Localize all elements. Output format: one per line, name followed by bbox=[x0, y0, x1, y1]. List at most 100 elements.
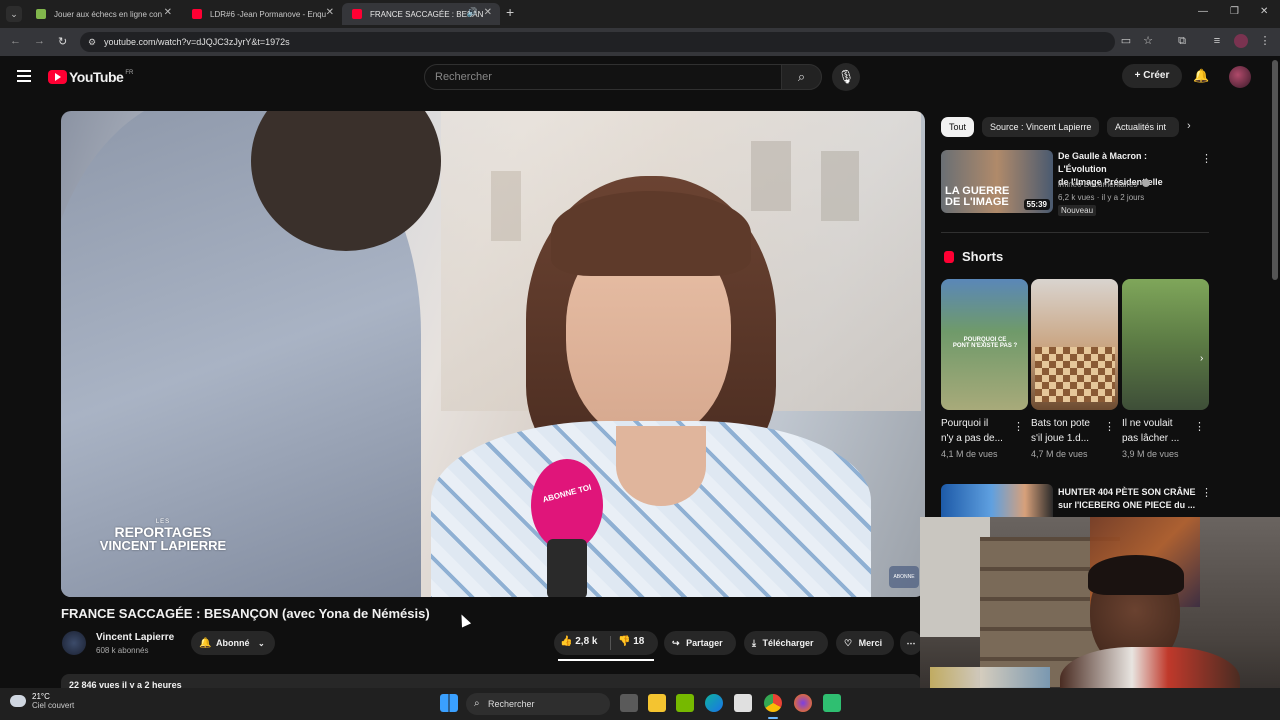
video-player[interactable]: ABONNE TOI LES REPORTAGES VINCENT LAPIER… bbox=[61, 111, 925, 597]
shorts-header: Shorts bbox=[944, 249, 1003, 264]
description-box[interactable]: 22 846 vues il y a 2 heures bbox=[61, 674, 921, 688]
nvidia-icon[interactable] bbox=[676, 694, 694, 712]
subscribed-button[interactable]: 🔔 Abonné ⌄ bbox=[191, 631, 275, 655]
watermark-line2: REPORTAGES bbox=[114, 524, 212, 540]
firefox-icon[interactable] bbox=[794, 694, 812, 712]
more-options-icon[interactable]: ⋮ bbox=[1201, 152, 1212, 165]
site-info-icon[interactable]: ⚙ bbox=[88, 32, 96, 52]
channel-name[interactable]: Vincent Lapierre bbox=[96, 632, 174, 643]
youtube-logo[interactable]: YouTube FR bbox=[48, 69, 133, 85]
short-thumbnail-2[interactable] bbox=[1031, 279, 1118, 410]
bookmark-star-icon[interactable]: ☆ bbox=[1141, 34, 1155, 48]
short-thumbnail-3[interactable]: › bbox=[1122, 279, 1209, 410]
forward-arrow-icon[interactable]: → bbox=[34, 35, 45, 47]
channel-label: imineo Documentaires bbox=[1058, 180, 1138, 189]
thanks-button[interactable]: ♡ Merci bbox=[836, 631, 894, 655]
back-arrow-icon[interactable]: ← bbox=[10, 35, 21, 47]
tab-search-button[interactable]: ⌄ bbox=[6, 6, 22, 22]
shorts-title: Shorts bbox=[962, 249, 1004, 264]
chevron-right-icon[interactable]: › bbox=[1187, 120, 1191, 132]
terminal-app-icon[interactable] bbox=[823, 694, 841, 712]
country-code: FR bbox=[125, 70, 134, 76]
short-thumbnail-1[interactable]: POURQUOI CE PONT N'EXISTE PAS ? bbox=[941, 279, 1028, 410]
logo-text: YouTube bbox=[69, 69, 124, 85]
chess-favicon-icon bbox=[36, 9, 46, 19]
profile-avatar-icon[interactable] bbox=[1234, 34, 1248, 48]
download-button[interactable]: ⤓ Télécharger bbox=[744, 631, 828, 655]
share-button[interactable]: ↪ Partager bbox=[664, 631, 736, 655]
short-title-line: pas lâcher ... bbox=[1122, 433, 1180, 444]
close-window-button[interactable]: ✕ bbox=[1260, 6, 1268, 17]
recommended-video-2[interactable]: HUNTER 404 PÈTE SON CRÂNE sur l'ICEBERG … bbox=[941, 484, 1212, 518]
extensions-icon[interactable]: ⧉ bbox=[1175, 34, 1189, 48]
reload-icon[interactable]: ↻ bbox=[58, 35, 67, 48]
browser-tab-chess[interactable]: Jouer aux échecs en ligne con ✕ bbox=[26, 3, 180, 25]
minimize-button[interactable]: — bbox=[1198, 6, 1208, 17]
more-options-icon[interactable]: ⋮ bbox=[1104, 420, 1115, 433]
more-options-icon[interactable]: ⋮ bbox=[1194, 420, 1205, 433]
like-button[interactable]: 👍 2,8 k bbox=[560, 636, 597, 647]
webcam-person-hair bbox=[1088, 555, 1184, 595]
chrome-icon[interactable] bbox=[764, 694, 782, 712]
search-button[interactable]: ⌕ bbox=[781, 64, 822, 90]
maximize-button[interactable]: ❐ bbox=[1230, 6, 1239, 17]
search-input[interactable]: Rechercher bbox=[424, 64, 782, 90]
video-thumbnail bbox=[941, 484, 1053, 518]
chip-all[interactable]: Tout bbox=[941, 117, 975, 137]
short-title-1[interactable]: Pourquoi il n'y a pas de... bbox=[941, 416, 1015, 446]
close-tab-icon[interactable]: ✕ bbox=[484, 7, 492, 18]
overlay-line2: PONT N'EXISTE PAS ? bbox=[952, 343, 1018, 349]
store-icon[interactable] bbox=[734, 694, 752, 712]
task-view-icon[interactable] bbox=[620, 694, 638, 712]
cast-icon[interactable]: ▭ bbox=[1119, 34, 1133, 48]
like-divider bbox=[610, 636, 611, 650]
dislike-button[interactable]: 👎 18 bbox=[618, 636, 644, 647]
short-title-3[interactable]: Il ne voulait pas lâcher ... bbox=[1122, 416, 1196, 446]
channel-avatar[interactable] bbox=[62, 631, 86, 655]
next-arrow-icon[interactable]: › bbox=[1200, 353, 1203, 364]
edge-icon[interactable] bbox=[705, 694, 723, 712]
close-tab-icon[interactable]: ✕ bbox=[326, 7, 334, 18]
address-bar[interactable]: ⚙ youtube.com/watch?v=dJQJC3zJyrY&t=1972… bbox=[80, 32, 1115, 52]
more-actions-button[interactable]: ⋯ bbox=[900, 631, 922, 655]
share-icon: ↪ bbox=[672, 638, 680, 648]
voice-search-button[interactable]: 🎙 bbox=[832, 63, 860, 91]
chip-source[interactable]: Source : Vincent Lapierre bbox=[982, 117, 1100, 137]
short-title-2[interactable]: Bats ton pote s'il joue 1.d... bbox=[1031, 416, 1105, 446]
video-bg-window bbox=[751, 141, 791, 211]
create-button[interactable]: + Créer bbox=[1122, 64, 1182, 88]
new-tab-button[interactable]: + bbox=[506, 4, 514, 20]
file-explorer-icon[interactable] bbox=[648, 694, 666, 712]
browser-menu-icon[interactable]: ⋮ bbox=[1258, 34, 1272, 48]
recommended-video-1[interactable]: LA GUERRE DE L'IMAGE 55:39 De Gaulle à M… bbox=[941, 150, 1212, 220]
chip-news[interactable]: Actualités int bbox=[1107, 117, 1179, 137]
verified-icon bbox=[1141, 179, 1150, 187]
microphone-handle bbox=[547, 539, 587, 597]
more-options-icon[interactable]: ⋮ bbox=[1013, 420, 1024, 433]
watermark-line3: VINCENT LAPIERRE bbox=[99, 538, 227, 553]
title-line1: De Gaulle à Macron : L'Évolution bbox=[1058, 151, 1148, 174]
share-label: Partager bbox=[686, 638, 723, 648]
chevron-down-icon: ⌄ bbox=[257, 639, 265, 648]
thumbnail-line2: DE L'IMAGE bbox=[945, 196, 1009, 208]
browser-tab-active[interactable]: FRANCE SACCAGÉE : BESAN 🔊 ✕ bbox=[342, 3, 500, 25]
divider bbox=[941, 232, 1209, 233]
close-tab-icon[interactable]: ✕ bbox=[164, 7, 172, 18]
audio-playing-icon[interactable]: 🔊 bbox=[467, 7, 478, 18]
reading-list-icon[interactable]: ≡ bbox=[1210, 34, 1224, 48]
new-badge: Nouveau bbox=[1058, 205, 1097, 216]
channel-watermark: LES REPORTAGES VINCENT LAPIERRE bbox=[93, 519, 233, 553]
chessboard bbox=[1035, 347, 1115, 402]
windows-start-icon[interactable] bbox=[440, 694, 458, 712]
taskbar-search[interactable]: ⌕ Rechercher bbox=[466, 693, 610, 715]
more-options-icon[interactable]: ⋮ bbox=[1201, 486, 1212, 499]
weather-widget[interactable]: 21°C Ciel couvert bbox=[10, 692, 74, 710]
user-avatar[interactable] bbox=[1229, 66, 1251, 88]
browser-tab-ldr[interactable]: LDR#6 -Jean Pormanove - Enqu ✕ bbox=[182, 3, 342, 25]
search-icon: ⌕ bbox=[474, 698, 480, 709]
bell-icon: 🔔 bbox=[199, 638, 212, 649]
notifications-bell-icon[interactable]: 🔔 bbox=[1193, 68, 1209, 84]
page-scrollbar[interactable] bbox=[1272, 60, 1278, 280]
like-count: 2,8 k bbox=[575, 636, 598, 647]
hamburger-menu-icon[interactable] bbox=[17, 70, 31, 82]
